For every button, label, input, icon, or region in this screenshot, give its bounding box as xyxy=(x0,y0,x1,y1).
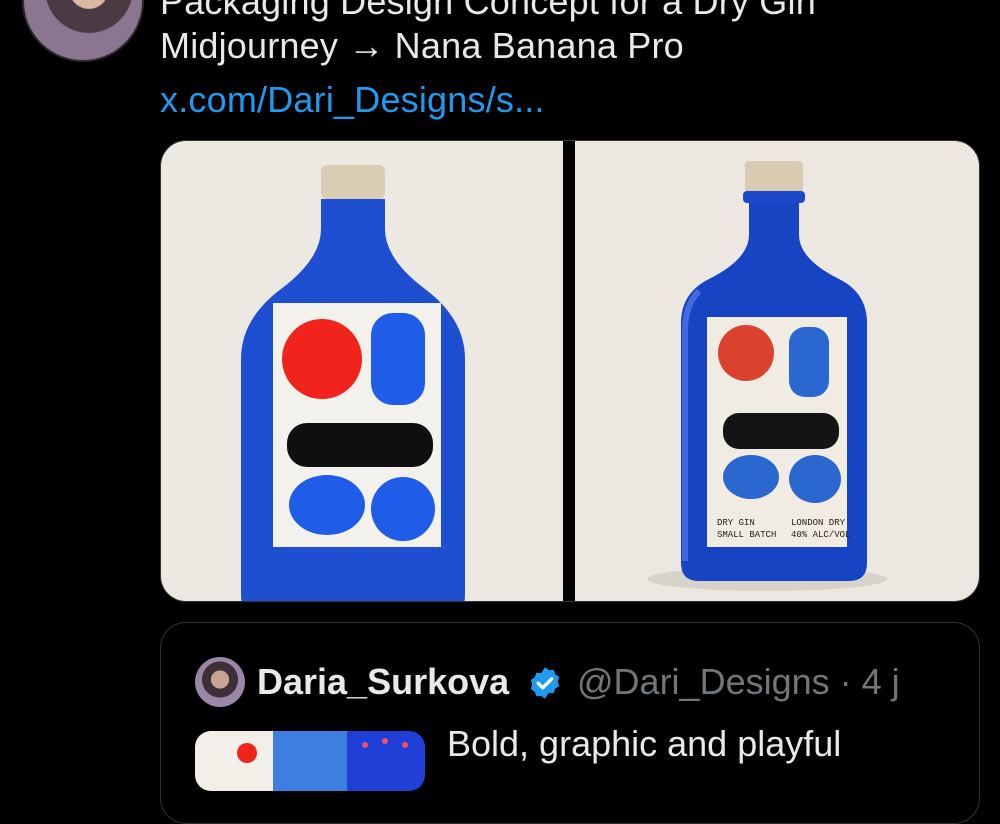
media-grid: DRY GIN SMALL BATCH LONDON DRY 40% ALC/V… xyxy=(160,140,980,602)
author-avatar[interactable] xyxy=(22,0,144,62)
photo-bottle-image: DRY GIN SMALL BATCH LONDON DRY 40% ALC/V… xyxy=(647,161,887,591)
thumbnail-image xyxy=(195,731,425,791)
quoted-author-handle: @Dari_Designs · 4 j xyxy=(577,661,900,702)
quoted-tweet-text: Bold, graphic and playful xyxy=(447,723,842,764)
media-image-photo[interactable]: DRY GIN SMALL BATCH LONDON DRY 40% ALC/V… xyxy=(575,141,979,601)
tweet-link[interactable]: x.com/Dari_Designs/s... xyxy=(160,78,545,122)
illustrated-bottle-image xyxy=(241,165,465,601)
tweet-text-line-1: Packaging Design Concept for a Dry Gin xyxy=(160,0,816,22)
label-abv: 40% ALC/VOL xyxy=(791,530,850,540)
tweet-text-line-2: Midjourney → Nana Banana Pro xyxy=(160,25,684,66)
quoted-author-avatar[interactable] xyxy=(195,657,245,707)
quoted-media-thumbnail[interactable] xyxy=(195,731,425,791)
label-dry-gin: DRY GIN xyxy=(717,518,755,528)
media-image-illustration[interactable] xyxy=(161,141,563,601)
quoted-author-name[interactable]: Daria_Surkova xyxy=(257,661,509,703)
label-small-batch: SMALL BATCH xyxy=(717,530,776,540)
verified-badge-icon xyxy=(530,667,560,699)
label-london-dry: LONDON DRY xyxy=(791,518,846,528)
quoted-tweet[interactable]: Daria_Surkova @Dari_Designs · 4 j Bold, … xyxy=(160,622,980,824)
